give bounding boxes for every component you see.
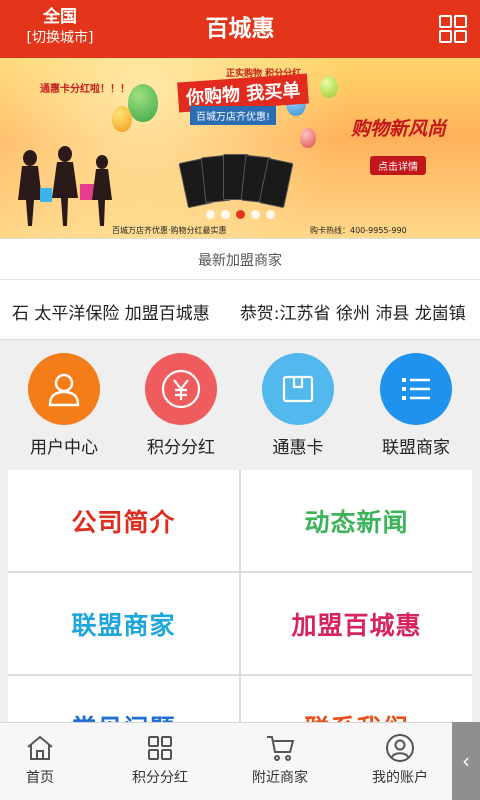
grid-icon[interactable] xyxy=(438,14,468,44)
yen-icon xyxy=(145,353,217,425)
carousel-dot[interactable] xyxy=(251,210,260,219)
quick-link-card[interactable]: 通惠卡 xyxy=(242,353,354,458)
nav-nearby[interactable]: 附近商家 xyxy=(220,733,340,787)
nav-home[interactable]: 首页 xyxy=(0,733,100,787)
quick-link-label: 用户中心 xyxy=(30,438,98,458)
nav-points[interactable]: 积分分红 xyxy=(100,733,220,787)
news-ticker[interactable]: 石 太平洋保险 加盟百城惠 恭贺:江苏省 徐州 沛县 龙崮镇 xyxy=(12,299,480,324)
carousel-dot[interactable] xyxy=(221,210,230,219)
grid-news[interactable]: 动态新闻 xyxy=(241,470,472,571)
nav-label: 附近商家 xyxy=(252,770,308,786)
user-icon xyxy=(28,353,100,425)
nav-account[interactable]: 我的账户 xyxy=(340,733,460,787)
carousel-dot[interactable] xyxy=(206,210,215,219)
carousel-dot[interactable] xyxy=(266,210,275,219)
side-collapse-tab[interactable]: ‹ xyxy=(452,722,480,800)
news-item[interactable]: 石 太平洋保险 加盟百城惠 xyxy=(12,304,210,324)
wallet-icon xyxy=(262,353,334,425)
carousel-indicator xyxy=(206,210,275,220)
banner-right-text: 购物新风尚 xyxy=(350,118,446,140)
quick-link-label: 积分分红 xyxy=(147,438,215,458)
banner-footer: 百城万店齐优惠·购物分红最实惠 xyxy=(112,226,227,235)
nav-label: 首页 xyxy=(26,770,54,786)
divider xyxy=(0,279,480,280)
apps-icon xyxy=(148,736,172,760)
news-title: 最新加盟商家 xyxy=(198,253,282,269)
quick-link-label: 联盟商家 xyxy=(382,438,450,458)
grid-merchants[interactable]: 联盟商家 xyxy=(8,573,239,674)
banner-detail-button[interactable]: 点击详情 xyxy=(370,156,426,175)
carousel-dot-active[interactable] xyxy=(236,210,245,219)
new-merchants-panel: 最新加盟商家 石 太平洋保险 加盟百城惠 恭贺:江苏省 徐州 沛县 龙崮镇 xyxy=(0,238,480,340)
cart-icon xyxy=(267,736,295,761)
home-icon xyxy=(27,735,53,760)
balloon-image xyxy=(128,84,158,122)
nav-label: 积分分红 xyxy=(132,770,188,786)
banner-headline-sub: 百城万店齐优惠! xyxy=(190,106,277,125)
banner-tag: 通惠卡分红啦！！！ xyxy=(40,84,130,95)
quick-link-merchants[interactable]: 联盟商家 xyxy=(360,353,472,458)
quick-link-points[interactable]: 积分分红 xyxy=(125,353,237,458)
grid-company-intro[interactable]: 公司简介 xyxy=(8,470,239,571)
app-title: 百城惠 xyxy=(205,16,275,42)
quick-link-label: 通惠卡 xyxy=(272,438,324,458)
quick-links: 用户中心 积分分红 通惠卡 联盟商家 xyxy=(0,340,480,464)
account-icon xyxy=(386,734,414,762)
banner-hotline: 购卡热线：400-9955-990 xyxy=(310,226,407,235)
bottom-nav: 首页 积分分红 附近商家 我的账户 xyxy=(0,722,480,800)
list-icon xyxy=(380,353,452,425)
grid-join[interactable]: 加盟百城惠 xyxy=(241,573,472,674)
quick-link-user-center[interactable]: 用户中心 xyxy=(8,353,120,458)
balloon-image xyxy=(300,128,316,148)
balloon-image xyxy=(320,76,338,98)
nav-label: 我的账户 xyxy=(372,770,428,786)
promo-banner[interactable]: 通惠卡分红啦！！！ 正实购物 积分分红 你购物 我买单 百城万店齐优惠! 购物新… xyxy=(0,58,480,238)
news-item[interactable]: 恭贺:江苏省 徐州 沛县 龙崮镇 xyxy=(240,304,466,324)
balloon-image xyxy=(112,106,132,132)
shopping-figures-image xyxy=(18,146,112,226)
app-header: 全国 [切换城市] 百城惠 xyxy=(0,0,480,58)
card-image xyxy=(178,150,294,209)
feature-grid: 公司简介 动态新闻 联盟商家 加盟百城惠 常见问题 联系我们 xyxy=(8,470,472,730)
